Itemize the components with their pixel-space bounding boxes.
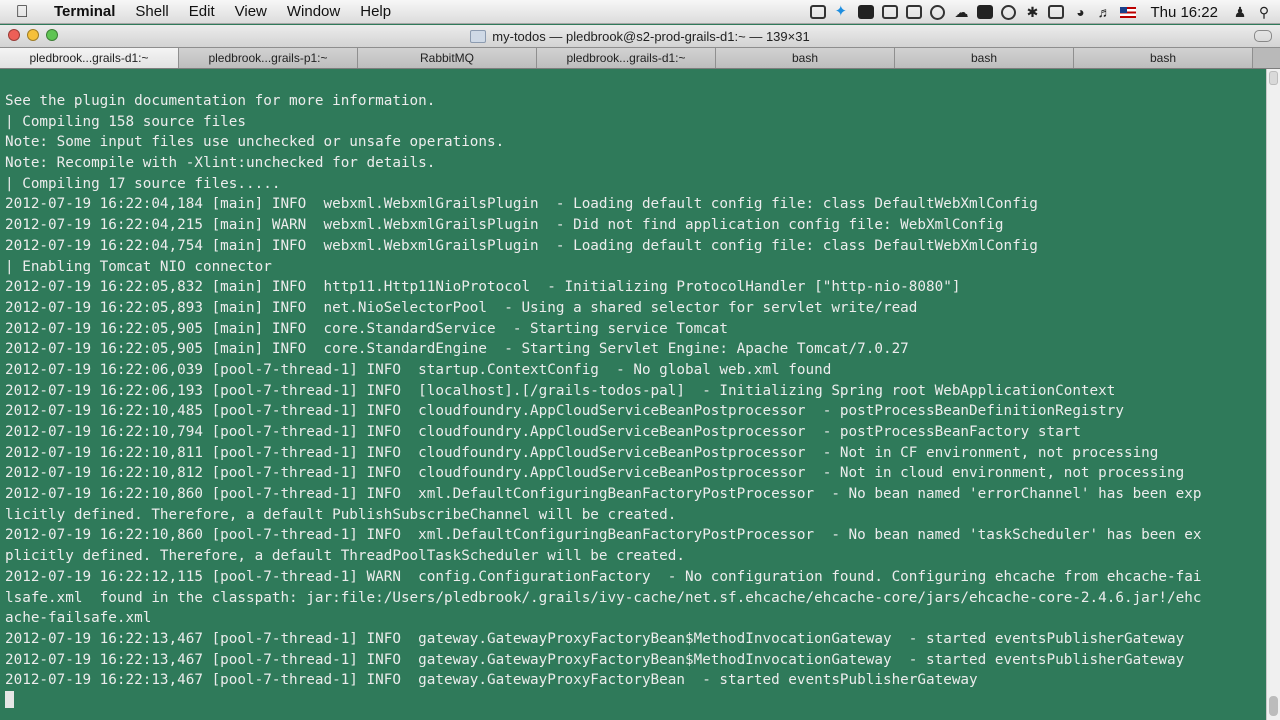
- terminal-output[interactable]: See the plugin documentation for more in…: [0, 69, 1266, 720]
- tab-bash-2[interactable]: bash: [895, 48, 1074, 68]
- terminal-line: | Compiling 17 source files.....: [5, 175, 281, 192]
- terminal-line: 2012-07-19 16:22:04,215 [main] WARN webx…: [5, 217, 1004, 234]
- menu-clock[interactable]: Thu 16:22: [1150, 4, 1218, 21]
- terminal-line: 2012-07-19 16:22:05,893 [main] INFO net.…: [5, 299, 918, 316]
- scroll-top-handle[interactable]: [1269, 71, 1278, 85]
- terminal-line: 2012-07-19 16:22:04,184 [main] INFO webx…: [5, 196, 1038, 213]
- tab-label: bash: [1149, 51, 1177, 65]
- menu-terminal[interactable]: Terminal: [44, 3, 125, 20]
- window-controls: [8, 29, 58, 41]
- terminal-line: See the plugin documentation for more in…: [5, 93, 436, 109]
- tab-rabbitmq[interactable]: RabbitMQ: [358, 48, 537, 68]
- terminal-line: 2012-07-19 16:22:10,860 [pool-7-thread-1…: [5, 486, 1202, 503]
- camera-icon[interactable]: [810, 5, 827, 19]
- toolbar-toggle-button[interactable]: [1254, 30, 1272, 42]
- terminal-line: 2012-07-19 16:22:05,905 [main] INFO core…: [5, 341, 909, 358]
- menu-window[interactable]: Window: [277, 3, 350, 20]
- terminal-scrollbar[interactable]: [1266, 69, 1280, 720]
- terminal-line: 2012-07-19 16:22:05,905 [main] INFO core…: [5, 320, 729, 337]
- tab-label: pledbrook...grails-d1:~: [29, 51, 149, 65]
- crop-icon[interactable]: [906, 5, 923, 19]
- terminal-line: | Compiling 158 source files: [5, 113, 247, 130]
- terminal-line: 2012-07-19 16:22:10,794 [pool-7-thread-1…: [5, 424, 1081, 440]
- tab-bash-1[interactable]: bash: [716, 48, 895, 68]
- status-menus: ✦ ☁ ✱ ◕ ♬ Thu 16:22 ♟ ⚲: [810, 0, 1272, 24]
- menu-edit[interactable]: Edit: [179, 3, 225, 20]
- terminal-line: 2012-07-19 16:22:06,039 [pool-7-thread-1…: [5, 361, 832, 378]
- tab-label: pledbrook...grails-p1:~: [208, 51, 328, 65]
- tab-pledbrook-d1[interactable]: pledbrook...grails-d1:~: [0, 48, 179, 68]
- display-icon[interactable]: [1048, 5, 1065, 19]
- menu-help[interactable]: Help: [350, 3, 401, 20]
- volume-icon[interactable]: ♬: [1096, 5, 1112, 19]
- close-button[interactable]: [8, 29, 20, 41]
- tab-label: RabbitMQ: [419, 51, 475, 65]
- terminal-line: 2012-07-19 16:22:10,860 [pool-7-thread-1…: [5, 527, 1202, 544]
- wifi-icon[interactable]: ◕: [1072, 5, 1088, 19]
- zoom-button[interactable]: [46, 29, 58, 41]
- apple-menu-icon[interactable]: : [0, 2, 44, 22]
- window-title: my-todos — pledbrook@s2-prod-grails-d1:~…: [492, 28, 810, 44]
- terminal-line: | Enabling Tomcat NIO connector: [5, 258, 272, 275]
- terminal-line: 2012-07-19 16:22:10,811 [pool-7-thread-1…: [5, 444, 1159, 461]
- tab-bash-3[interactable]: bash: [1074, 48, 1253, 68]
- search-icon[interactable]: ⚲: [1256, 5, 1272, 19]
- minimize-button[interactable]: [27, 29, 39, 41]
- clock-icon[interactable]: [1001, 4, 1017, 20]
- terminal-line: 2012-07-19 16:22:04,754 [main] INFO webx…: [5, 237, 1038, 254]
- scroll-thumb[interactable]: [1269, 696, 1278, 716]
- us-flag-icon[interactable]: [1120, 6, 1137, 18]
- menu-view[interactable]: View: [225, 3, 277, 20]
- terminal-line: licitly defined. Therefore, a default Pu…: [5, 506, 677, 523]
- window-titlebar[interactable]: my-todos — pledbrook@s2-prod-grails-d1:~…: [0, 25, 1280, 47]
- terminal-line: 2012-07-19 16:22:10,485 [pool-7-thread-1…: [5, 403, 1124, 420]
- terminal-line: 2012-07-19 16:22:10,812 [pool-7-thread-1…: [5, 465, 1185, 482]
- tab-label: bash: [791, 51, 819, 65]
- terminal-line: 2012-07-19 16:22:05,832 [main] INFO http…: [5, 279, 961, 296]
- shield-icon[interactable]: [858, 5, 875, 19]
- tab-pledbrook-d1-2[interactable]: pledbrook...grails-d1:~: [537, 48, 716, 68]
- bluetooth-icon[interactable]: ✱: [1024, 5, 1040, 19]
- tab-bar: pledbrook...grails-d1:~ pledbrook...grai…: [0, 47, 1280, 69]
- prompt-line[interactable]: [5, 690, 1266, 712]
- cloud-icon[interactable]: ☁: [953, 5, 969, 19]
- text-cursor: [5, 690, 14, 708]
- terminal-line: 2012-07-19 16:22:13,467 [pool-7-thread-1…: [5, 630, 1185, 647]
- terminal-line: 2012-07-19 16:22:06,193 [pool-7-thread-1…: [5, 382, 1116, 399]
- battery-meter-icon[interactable]: [977, 5, 994, 19]
- terminal-line: Note: Some input files use unchecked or …: [5, 134, 505, 151]
- terminal-line: 2012-07-19 16:22:13,467 [pool-7-thread-1…: [5, 672, 978, 689]
- layers-icon[interactable]: [882, 5, 899, 19]
- menu-shell[interactable]: Shell: [125, 3, 178, 20]
- folder-icon: [470, 29, 487, 43]
- terminal-line: lsafe.xml found in the classpath: jar:fi…: [5, 589, 1202, 606]
- twitter-icon[interactable]: ✦: [834, 4, 850, 19]
- tab-label: pledbrook...grails-d1:~: [566, 51, 686, 65]
- network-icon[interactable]: [930, 4, 946, 20]
- terminal-line: 2012-07-19 16:22:13,467 [pool-7-thread-1…: [5, 651, 1185, 668]
- terminal-line: plicitly defined. Therefore, a default T…: [5, 548, 685, 565]
- terminal-line: ache-failsafe.xml: [5, 610, 152, 627]
- tab-label: bash: [970, 51, 998, 65]
- user-icon[interactable]: ♟: [1232, 5, 1248, 19]
- tab-pledbrook-p1[interactable]: pledbrook...grails-p1:~: [179, 48, 358, 68]
- terminal-line: 2012-07-19 16:22:12,115 [pool-7-thread-1…: [5, 568, 1202, 585]
- menu-bar:  Terminal Shell Edit View Window Help ✦…: [0, 0, 1280, 24]
- terminal-line: Note: Recompile with -Xlint:unchecked fo…: [5, 155, 436, 172]
